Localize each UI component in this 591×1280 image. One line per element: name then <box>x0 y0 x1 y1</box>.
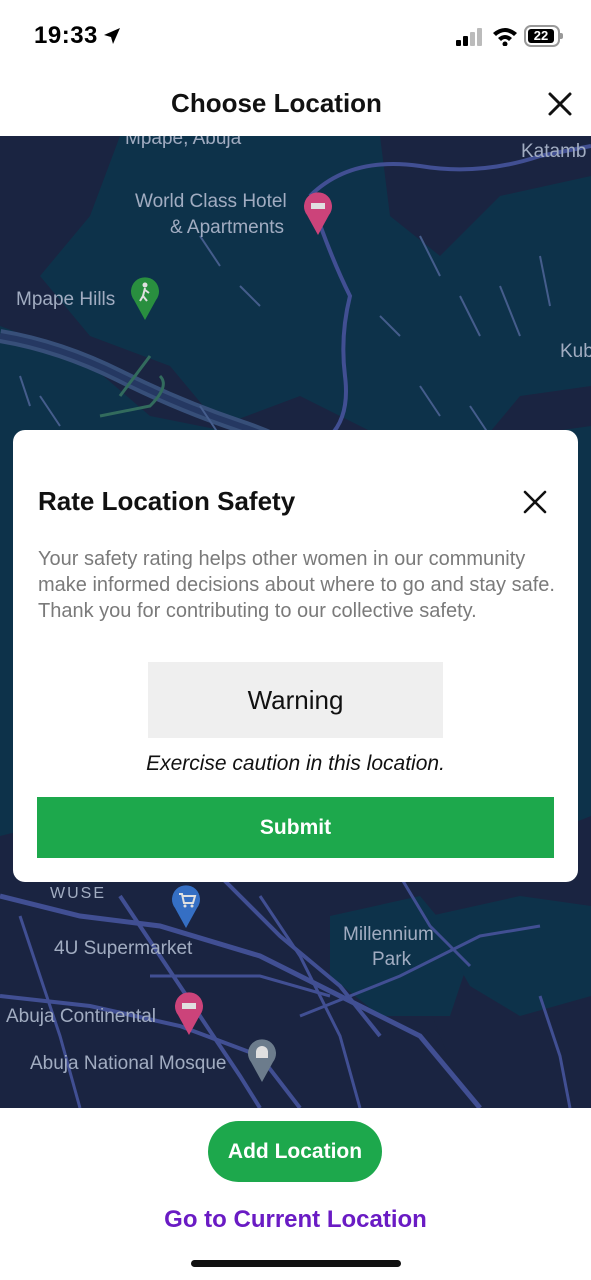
battery-icon: 22 <box>524 25 563 47</box>
go-to-current-location-link[interactable]: Go to Current Location <box>0 1206 591 1234</box>
status-bar: 19:33 22 <box>0 0 591 76</box>
safety-rating-selector[interactable]: Warning <box>148 662 443 738</box>
home-indicator[interactable] <box>191 1260 401 1267</box>
wifi-icon <box>493 28 517 46</box>
rate-safety-modal: Rate Location Safety Your safety rating … <box>13 430 578 882</box>
page-title: Choose Location <box>171 88 382 118</box>
close-icon[interactable] <box>521 488 549 516</box>
modal-title: Rate Location Safety <box>38 486 296 516</box>
close-icon[interactable] <box>544 88 576 120</box>
modal-description: Your safety rating helps other women in … <box>38 548 555 622</box>
add-location-button[interactable]: Add Location <box>208 1121 382 1182</box>
status-time: 19:33 <box>34 22 98 49</box>
header: Choose Location <box>0 76 591 136</box>
rating-note: Exercise caution in this location. <box>146 752 445 775</box>
submit-button[interactable]: Submit <box>37 797 554 858</box>
footer: Add Location Go to Current Location <box>0 1108 591 1280</box>
signal-icon <box>456 28 482 46</box>
location-arrow-icon <box>104 28 120 44</box>
battery-level: 22 <box>528 29 554 43</box>
